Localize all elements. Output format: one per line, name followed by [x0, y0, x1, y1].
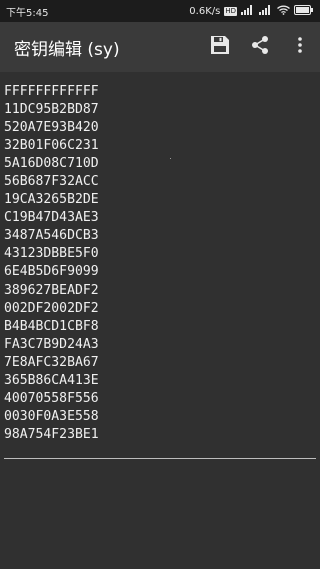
key-line: 365B86CA413E	[4, 372, 99, 388]
signal-icon	[241, 4, 255, 18]
signal-icon	[259, 4, 273, 18]
key-line: C19B47D43AE3	[4, 210, 99, 226]
app-bar: 密钥编辑 (sy)	[0, 22, 320, 72]
key-line: 40070558F556	[4, 390, 99, 406]
wifi-icon	[277, 5, 290, 18]
key-text-editor[interactable]: FFFFFFFFFFFF 11DC95B2BD87 520A7E93B420 3…	[4, 83, 316, 444]
key-line: 43123DBBE5F0	[4, 246, 99, 262]
status-time: 下午5:45	[6, 7, 49, 19]
save-icon	[210, 35, 230, 59]
key-line: 5A16D08C710D	[4, 156, 99, 172]
battery-icon	[294, 4, 314, 18]
key-line: 389627BEADF2	[4, 282, 99, 298]
key-line: 002DF2002DF2	[4, 300, 99, 316]
share-button[interactable]	[240, 22, 280, 72]
key-line: 6E4B5D6F9099	[4, 264, 99, 280]
key-line: 520A7E93B420	[4, 120, 99, 136]
share-icon	[250, 35, 270, 59]
key-line: 7E8AFC32BA67	[4, 354, 99, 370]
key-line: 11DC95B2BD87	[4, 102, 99, 118]
text-cursor	[170, 158, 171, 159]
more-vert-icon	[297, 36, 303, 58]
key-line: 3487A546DCB3	[4, 228, 99, 244]
status-bar: 下午5:45 0.6K/s HD	[0, 0, 320, 22]
key-line: 32B01F06C231	[4, 138, 99, 154]
page-title: 密钥编辑 (sy)	[14, 39, 120, 60]
key-line: 0030F0A3E558	[4, 408, 99, 424]
save-button[interactable]	[200, 22, 240, 72]
net-speed: 0.6K/s	[189, 5, 221, 17]
more-options-button[interactable]	[280, 22, 320, 72]
editor-area: FFFFFFFFFFFF 11DC95B2BD87 520A7E93B420 3…	[0, 72, 320, 569]
key-line: B4B4BCD1CBF8	[4, 318, 99, 334]
key-line: 98A754F23BE1	[4, 426, 99, 442]
key-line: 56B687F32ACC	[4, 174, 99, 190]
editor-underline	[4, 458, 316, 459]
key-line: FFFFFFFFFFFF	[4, 84, 99, 99]
key-line: 19CA3265B2DE	[4, 192, 99, 208]
status-icons: 0.6K/s HD	[189, 4, 314, 18]
key-line: FA3C7B9D24A3	[4, 336, 99, 352]
hd-badge: HD	[224, 6, 237, 16]
